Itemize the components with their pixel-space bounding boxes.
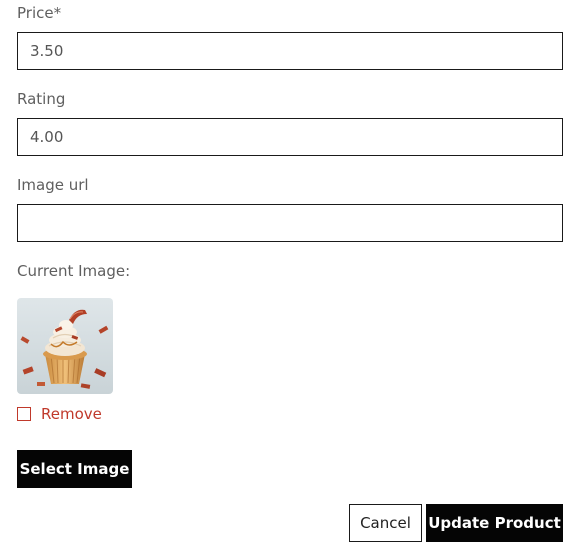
rating-input[interactable] [17, 118, 563, 156]
cancel-button[interactable]: Cancel [349, 504, 422, 542]
current-image-label: Current Image: [17, 262, 131, 280]
update-product-button[interactable]: Update Product [426, 504, 563, 542]
price-label: Price* [17, 4, 62, 22]
select-image-button[interactable]: Select Image [17, 450, 132, 488]
product-thumbnail [17, 298, 113, 394]
cupcake-image [17, 298, 113, 394]
remove-label: Remove [41, 405, 102, 423]
image-url-label: Image url [17, 176, 89, 194]
remove-image-option[interactable]: Remove [17, 404, 102, 424]
image-url-input[interactable] [17, 204, 563, 242]
rating-label: Rating [17, 90, 66, 108]
remove-checkbox[interactable] [17, 407, 31, 421]
price-input[interactable] [17, 32, 563, 70]
